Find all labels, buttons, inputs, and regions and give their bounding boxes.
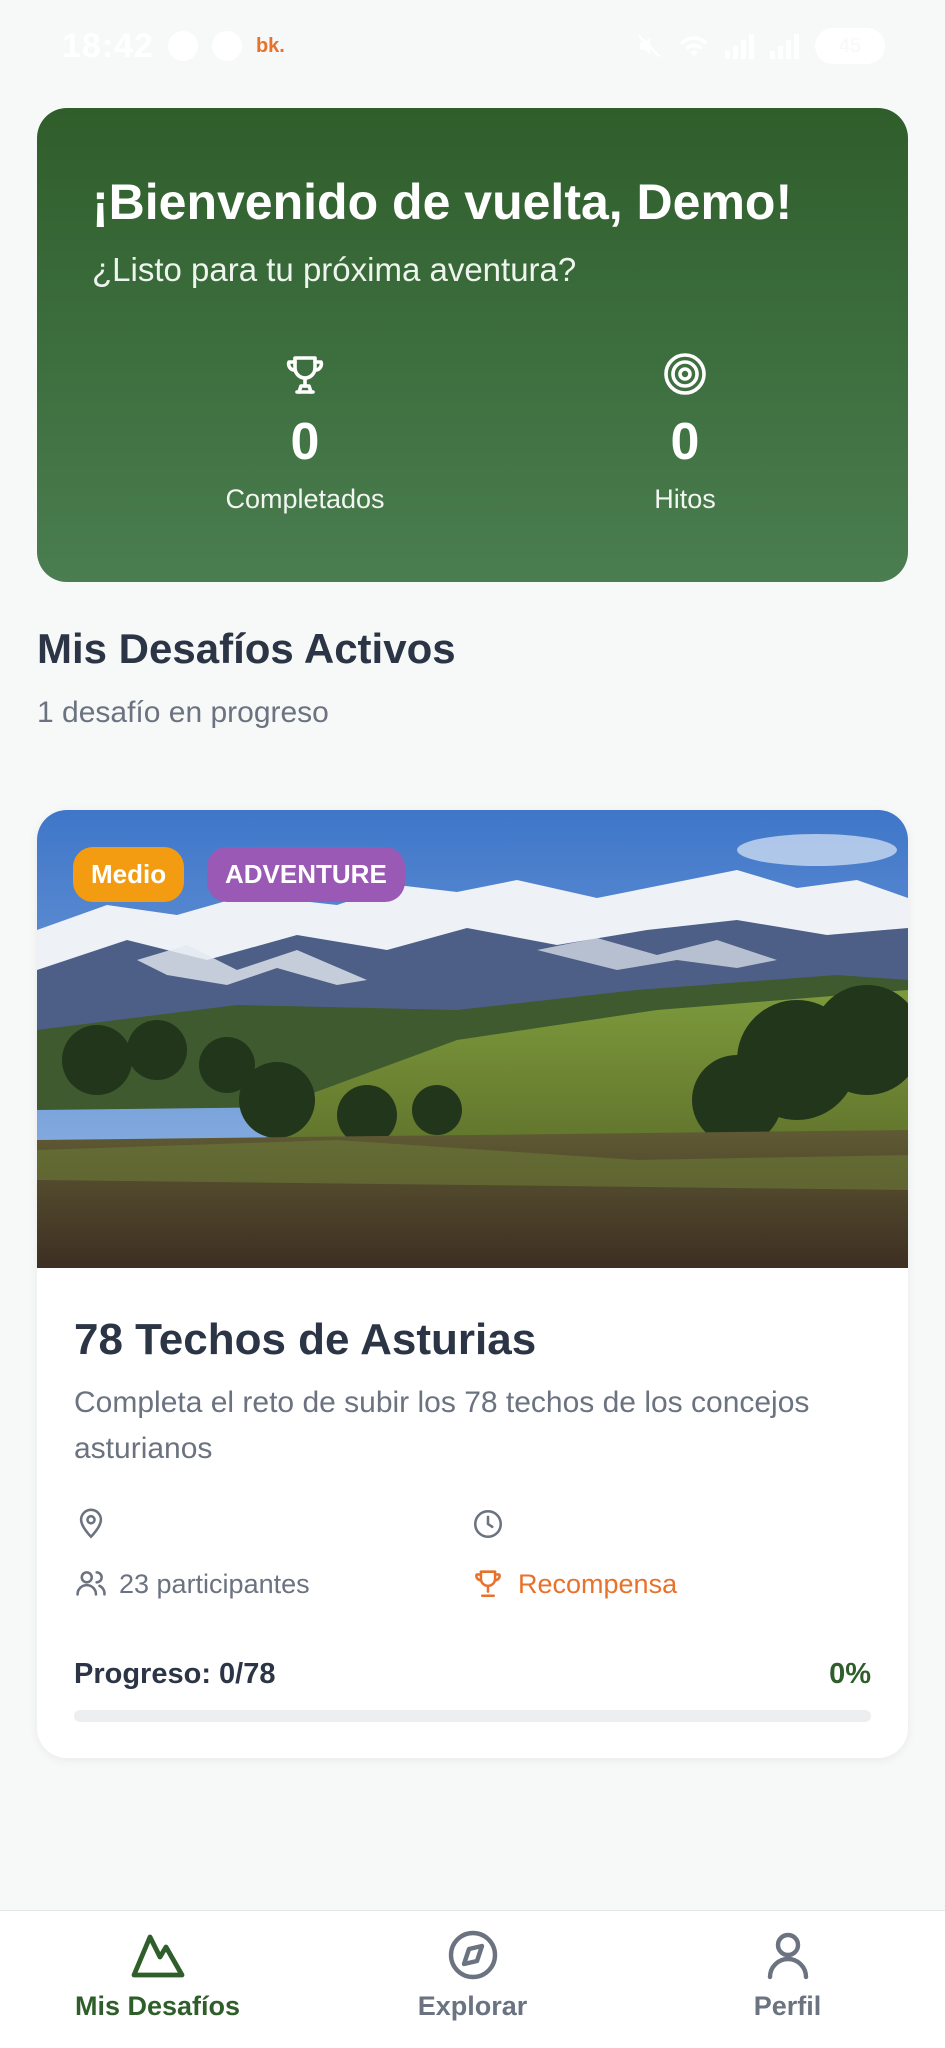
progress-label: Progreso: 0/78 — [74, 1658, 276, 1690]
signal-icon-2 — [770, 33, 799, 59]
clock-icon — [473, 1509, 503, 1539]
stat-milestones: 0 Hitos — [555, 350, 815, 515]
signal-icon — [725, 33, 754, 59]
stat-completed: 0 Completados — [175, 350, 435, 515]
welcome-card: ¡Bienvenido de vuelta, Demo! ¿Listo para… — [37, 108, 908, 582]
notification-icon — [211, 31, 242, 61]
wifi-icon — [680, 36, 708, 56]
nav-my-challenges[interactable]: Mis Desafíos — [0, 1911, 315, 2048]
stat-value: 0 — [670, 413, 700, 471]
category-badge: ADVENTURE — [207, 847, 405, 902]
target-icon — [664, 353, 706, 395]
section-title: Mis Desafíos Activos — [37, 625, 456, 672]
stat-label: Hitos — [654, 484, 716, 514]
nav-explore[interactable]: Explorar — [315, 1911, 630, 2048]
challenge-image: Medio ADVENTURE — [37, 810, 908, 1268]
trophy-icon — [286, 356, 324, 394]
challenge-description: Completa el reto de subir los 78 techos … — [74, 1386, 810, 1465]
progress-percent: 0% — [829, 1658, 871, 1690]
participants-icon — [76, 1571, 106, 1596]
stat-label: Completados — [225, 484, 385, 514]
nav-label: Explorar — [417, 1991, 528, 2021]
nav-profile[interactable]: Perfil — [630, 1911, 945, 2048]
facebook-icon — [167, 31, 198, 61]
nav-label: Perfil — [753, 1991, 822, 2021]
status-time: 18:42 — [62, 26, 154, 65]
location-pin-icon — [79, 1508, 103, 1539]
challenge-card[interactable]: Medio ADVENTURE 78 Techos de Asturias Co… — [37, 810, 908, 1758]
mute-icon — [637, 34, 661, 58]
battery-indicator: 45 — [815, 28, 885, 64]
bottom-navigation: Mis Desafíos Explorar Perfil — [0, 1910, 945, 2048]
section-subtitle: 1 desafío en progreso — [37, 696, 329, 729]
progress-bar — [74, 1710, 871, 1722]
stat-value: 0 — [290, 413, 320, 471]
challenge-title: 78 Techos de Asturias — [74, 1315, 537, 1364]
reward-trophy-icon — [475, 1570, 501, 1598]
welcome-subtitle: ¿Listo para tu próxima aventura? — [92, 251, 577, 288]
compass-icon — [448, 1930, 497, 1980]
welcome-title: ¡Bienvenido de vuelta, Demo! — [92, 174, 793, 230]
difficulty-badge: Medio — [73, 847, 185, 902]
status-right: 45 — [635, 28, 885, 64]
reward-label: Recompensa — [518, 1569, 678, 1599]
mountain-icon — [131, 1934, 184, 1978]
user-icon — [767, 1932, 808, 1980]
brand-notification: bk. — [255, 34, 285, 57]
participants-count: 23 participantes — [119, 1569, 310, 1599]
status-left: 18:42 bk. — [62, 27, 285, 66]
nav-label: Mis Desafíos — [74, 1991, 241, 2021]
status-bar: 18:42 bk. 45 — [0, 0, 945, 92]
